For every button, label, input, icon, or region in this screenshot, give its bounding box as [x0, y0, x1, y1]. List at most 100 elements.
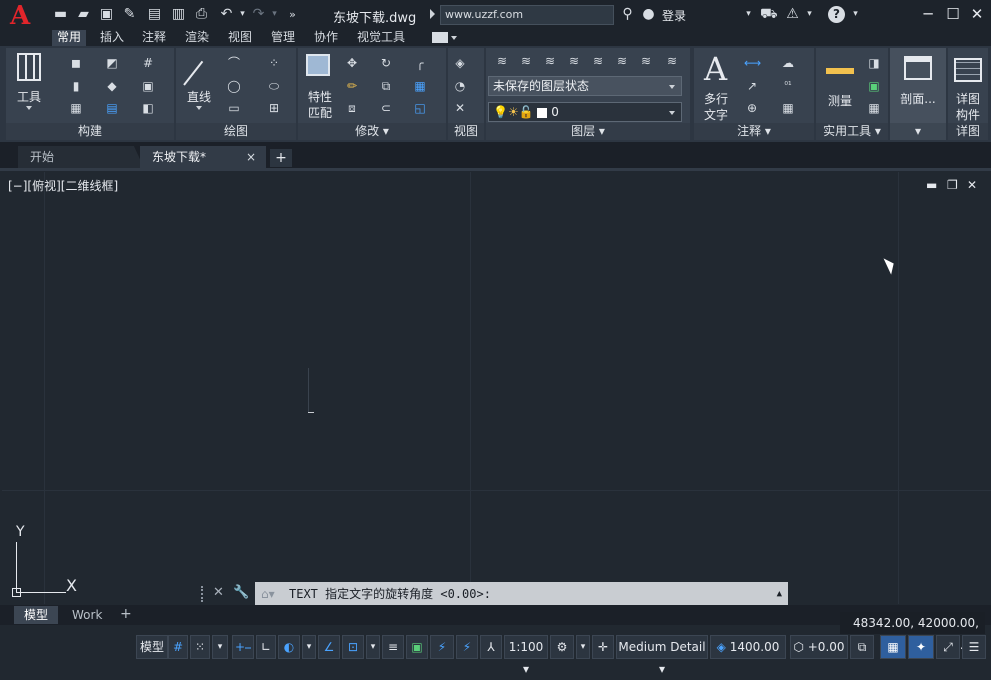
snap-dropdown-icon[interactable]: ▾ [212, 635, 228, 659]
scale-icon[interactable]: ◱ [412, 101, 428, 115]
tab-work[interactable]: Work [62, 606, 112, 624]
add-layout-button[interactable]: + [120, 606, 132, 622]
detail-level-select[interactable]: Medium Detail ▾ [616, 635, 708, 676]
mirror-icon[interactable]: ⧈ [344, 101, 360, 115]
command-history-icon[interactable]: ⌂▾ [261, 582, 275, 606]
grid-icon[interactable]: # [140, 56, 156, 70]
plot-icon[interactable]: ▤ [146, 6, 163, 23]
column-icon[interactable]: ▣ [140, 79, 156, 93]
tab-visual-tools[interactable]: 视觉工具 [352, 30, 410, 46]
hatch-icon[interactable]: ⊞ [266, 101, 282, 115]
app-logo[interactable]: A [10, 3, 40, 29]
lineweight-icon[interactable]: ≡ [382, 635, 404, 659]
rectangle-icon[interactable]: ▭ [226, 101, 242, 115]
layer-tool-icon-3[interactable]: ≋ [542, 54, 558, 68]
wall-icon[interactable]: ◼ [68, 56, 84, 70]
match-properties-icon[interactable] [306, 54, 330, 76]
layer-select[interactable]: 💡☀🔓 0 [488, 102, 682, 122]
transparency-icon[interactable]: ▣ [406, 635, 428, 659]
space-icon[interactable]: ◧ [140, 101, 156, 115]
point-icon[interactable]: ⁘ [266, 56, 282, 70]
more-commands-icon[interactable]: » [284, 6, 301, 23]
layer-tool-icon-5[interactable]: ≋ [590, 54, 606, 68]
app-dropdown-icon[interactable]: ▾ [801, 6, 818, 23]
cart-icon[interactable]: ⛟ [760, 6, 778, 23]
section-label[interactable]: 剖面... [890, 90, 946, 107]
osnap-dropdown-icon[interactable]: ▾ [366, 635, 380, 659]
mtext-label-1[interactable]: 多行 [698, 90, 734, 107]
clean-screen-icon[interactable]: ✦ [908, 635, 934, 659]
dimension-icon[interactable]: ⟷ [744, 56, 761, 70]
tab-collaborate[interactable]: 协作 [309, 30, 343, 46]
polar-tracking-icon[interactable]: ◐ [278, 635, 300, 659]
detail-label-2[interactable]: 构件 [948, 106, 988, 123]
window-icon[interactable]: ▮ [68, 79, 84, 93]
command-input[interactable]: ⌂▾ TEXT 指定文字的旋转角度 <0.00>: ▲ [255, 582, 788, 606]
autodesk-app-icon[interactable]: ⚠ [784, 6, 801, 23]
line-icon[interactable] [183, 60, 204, 86]
tab-view[interactable]: 视图 [223, 30, 257, 46]
maximize-button[interactable]: ☐ [943, 4, 963, 24]
tab-current-document[interactable]: 东坡下载* × [140, 146, 266, 168]
publish-icon[interactable]: ▥ [170, 6, 187, 23]
move-icon[interactable]: ✥ [344, 56, 360, 70]
command-expand-icon[interactable]: ▲ [777, 582, 782, 606]
new-file-icon[interactable]: ▬ [52, 6, 69, 23]
section-mark-icon[interactable]: ⊕ [744, 101, 760, 115]
close-button[interactable]: ✕ [967, 4, 987, 24]
ortho-icon[interactable]: ∟ [256, 635, 276, 659]
mtext-label-2[interactable]: 文字 [698, 106, 734, 123]
tab-manage[interactable]: 管理 [266, 30, 300, 46]
tools-label[interactable]: 工具 [14, 88, 44, 105]
open-folder-icon[interactable]: ▰ [75, 6, 92, 23]
elevation-field[interactable]: ◈ 1400.00 [710, 635, 786, 659]
fillet-icon[interactable]: ╭ [412, 56, 428, 70]
save-icon[interactable]: ▣ [98, 6, 115, 23]
detail-icon[interactable] [954, 58, 982, 82]
command-customize-icon[interactable]: 🔧 [233, 585, 249, 600]
layer-tool-icon-7[interactable]: ≋ [638, 54, 654, 68]
viewport-controls[interactable]: [−][俯视][二维线框] [8, 177, 118, 194]
panel-annotation-title[interactable]: 注释 ▾ [694, 123, 814, 140]
search-input[interactable]: www.uzzf.com [440, 5, 614, 25]
roof-icon[interactable]: ◆ [104, 79, 120, 93]
layer-tool-icon-2[interactable]: ≋ [518, 54, 534, 68]
tab-annotate[interactable]: 注释 [137, 30, 171, 46]
view-cube-icon[interactable]: ◈ [452, 56, 468, 70]
tab-model[interactable]: 模型 [14, 606, 59, 624]
ellipse-icon[interactable]: ⬭ [266, 79, 282, 93]
isolate-objects-icon[interactable]: ⧉ [850, 635, 874, 659]
section-icon[interactable] [904, 56, 932, 80]
viewport-minimize-icon[interactable]: ▬ [926, 178, 937, 192]
quick-select-icon[interactable]: ▣ [866, 79, 882, 93]
tab-insert[interactable]: 插入 [95, 30, 129, 46]
login-link[interactable]: 登录 [662, 7, 686, 24]
object-snap-icon[interactable]: ⊡ [342, 635, 364, 659]
help-dropdown-icon[interactable]: ▾ [847, 6, 864, 23]
slab-icon[interactable]: ▤ [104, 101, 120, 115]
match-label-1[interactable]: 特性 [302, 88, 338, 105]
scale-select[interactable]: 1:100 ▾ [504, 635, 548, 676]
elevation-offset-field[interactable]: ⬡ +0.00 [790, 635, 848, 659]
rotate-icon[interactable]: ↻ [378, 56, 394, 70]
snap-mode-icon[interactable]: ⁙ [190, 635, 210, 659]
layer-tool-icon-1[interactable]: ≋ [494, 54, 510, 68]
line-label[interactable]: 直线 [182, 88, 216, 105]
panel-layers-title[interactable]: 图层 ▾ [486, 123, 690, 140]
user-icon[interactable]: ● [640, 6, 657, 23]
auto-scale-icon[interactable]: ⚡ [456, 635, 478, 659]
customization-menu-icon[interactable]: ☰ [962, 635, 986, 659]
tab-home[interactable]: 常用 [52, 30, 87, 46]
crosshair-icon[interactable]: ✛ [592, 635, 614, 659]
measure-icon[interactable] [826, 68, 854, 74]
coordinate-readout[interactable]: 48342.00, 42000.00, 0.00 [840, 612, 985, 652]
search-expand-icon[interactable] [430, 9, 435, 19]
tag-icon[interactable]: ⁰¹ [780, 79, 796, 93]
leader-icon[interactable]: ↗ [744, 79, 760, 93]
model-space-button[interactable]: 模型 [136, 635, 168, 659]
detail-label-1[interactable]: 详图 [948, 90, 988, 107]
command-line-grip[interactable] [201, 586, 207, 602]
dynamic-input-icon[interactable]: +⎯ [232, 635, 254, 659]
workspace-gear-icon[interactable]: ⚙ [550, 635, 574, 659]
layer-iso-icon[interactable]: ◨ [866, 56, 882, 70]
